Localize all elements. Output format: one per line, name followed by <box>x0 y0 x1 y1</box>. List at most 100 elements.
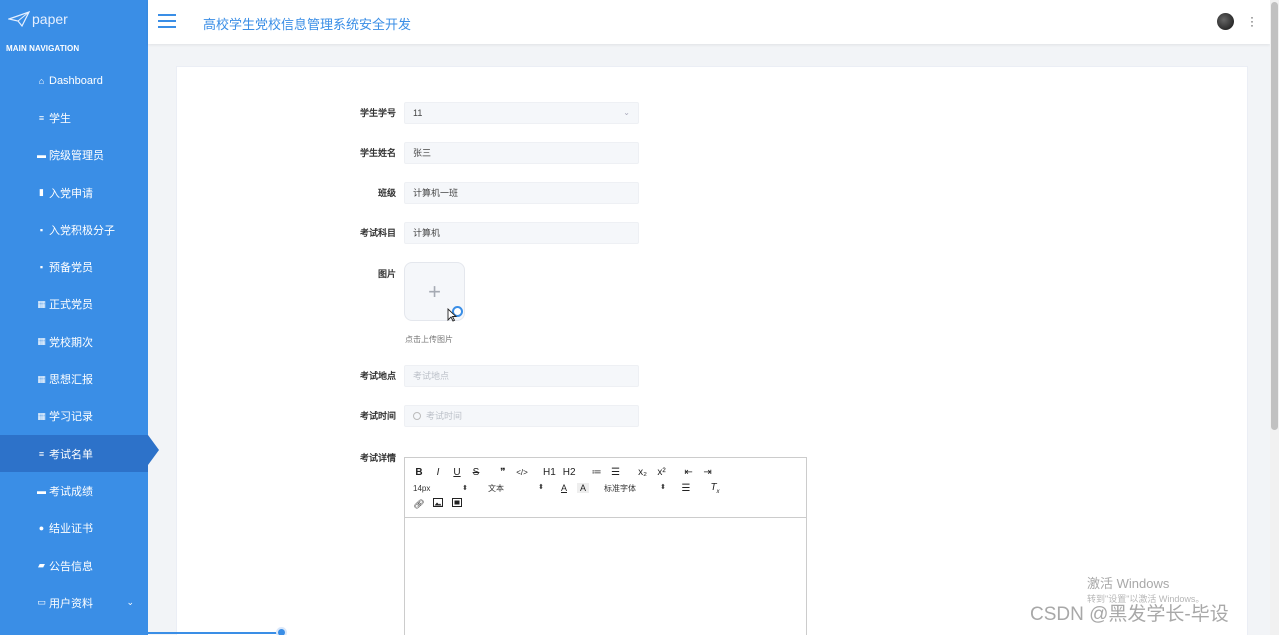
background-color-icon[interactable]: A <box>577 483 589 493</box>
clear-format-icon[interactable]: Tx <box>709 482 721 495</box>
user-icon: ● <box>38 523 45 534</box>
superscript-button[interactable]: x² <box>656 467 668 478</box>
sidebar-item-college-admin[interactable]: ▬ 院级管理员 <box>0 137 148 174</box>
sidebar-item-label: 正式党员 <box>49 299 93 312</box>
sidebar-item-exam-list[interactable]: ≡ 考试名单 <box>0 434 159 473</box>
toolbar-row: 14px ⬍ 文本 ⬍ A A 标准字体 ⬍ ☰ Tx <box>413 480 798 496</box>
progress-line <box>148 632 281 634</box>
header1-button[interactable]: H1 <box>543 467 556 478</box>
outdent-button[interactable]: ⇤ <box>683 467 695 478</box>
csdn-watermark: CSDN @黑发学长-毕设 <box>1030 604 1229 625</box>
sidebar-item-certificate[interactable]: ● 结业证书 <box>0 510 148 547</box>
code-block-button[interactable]: </> <box>516 468 528 477</box>
underline-button[interactable]: U <box>451 467 463 478</box>
sidebar-item-label: 学生 <box>49 112 71 125</box>
indent-button[interactable]: ⇥ <box>702 467 714 478</box>
subject-label: 考试科目 <box>359 228 396 238</box>
chat-icon: ▰ <box>38 560 45 570</box>
blockquote-button[interactable]: ❞ <box>497 467 509 478</box>
header-type-value: 文本 <box>488 483 504 493</box>
sidebar-item-exam-score[interactable]: ▬ 考试成绩 <box>0 472 148 509</box>
sidebar-item-student[interactable]: ≡ 学生 <box>0 99 148 136</box>
sidebar-item-label: 结业证书 <box>49 523 93 536</box>
form-row-class: 班级 计算机一班 <box>177 182 1247 204</box>
details-label: 考试详情 <box>359 453 396 463</box>
editor-content-area[interactable] <box>405 518 806 635</box>
sidebar-item-label: 入党申请 <box>49 187 93 200</box>
chevron-down-icon: ⌄ <box>126 597 134 608</box>
sidebar-item-label: 预备党员 <box>49 262 93 275</box>
time-label: 考试时间 <box>359 411 396 421</box>
menu-toggle-icon[interactable] <box>158 14 176 28</box>
sidebar-item-label: 考试成绩 <box>49 485 93 498</box>
page-scrollbar[interactable] <box>1270 0 1279 635</box>
form-row-time: 考试时间 考试时间 <box>177 405 1247 427</box>
chevron-down-icon: ⌄ <box>623 108 630 117</box>
class-label: 班级 <box>377 188 396 198</box>
list-icon: ≡ <box>38 448 45 459</box>
sidebar-item-activist[interactable]: ▪ 入党积极分子 <box>0 211 148 248</box>
student-id-select[interactable]: 11 ⌄ <box>404 102 639 124</box>
sidebar-item-study-record[interactable]: ▦ 学习记录 <box>0 398 148 435</box>
nav-title: MAIN NAVIGATION <box>6 44 80 53</box>
avatar[interactable] <box>1217 13 1234 30</box>
editor-toolbar: B I U S ❞ </> H1 H2 ≔ ☰ x₂ x² ⇤ ⇥ 14px ⬍… <box>405 458 806 518</box>
link-icon[interactable]: 🔗︎ <box>413 499 425 510</box>
chart-icon: ▮ <box>39 187 44 198</box>
time-picker[interactable]: 考试时间 <box>404 405 639 427</box>
sidebar-item-label: Dashboard <box>49 74 103 87</box>
class-input[interactable]: 计算机一班 <box>404 182 639 204</box>
scrollbar-thumb[interactable] <box>1271 2 1278 430</box>
font-family-select[interactable]: 标准字体 ⬍ <box>604 483 666 494</box>
bold-button[interactable]: B <box>413 467 425 478</box>
video-icon[interactable] <box>451 498 463 510</box>
sidebar-item-dashboard[interactable]: ⌂ Dashboard <box>0 62 148 99</box>
bullet-list-button[interactable]: ☰ <box>610 467 622 478</box>
image-icon[interactable] <box>432 498 444 510</box>
ordered-list-button[interactable]: ≔ <box>591 467 603 478</box>
student-id-label: 学生学号 <box>359 108 396 118</box>
italic-button[interactable]: I <box>432 467 444 478</box>
grid-icon: ▦ <box>37 373 46 384</box>
window-icon: ▭ <box>37 597 46 608</box>
sidebar-item-full-member[interactable]: ▦ 正式党员 <box>0 286 148 323</box>
image-glyph <box>433 498 443 507</box>
sidebar-item-party-application[interactable]: ▮ 入党申请 <box>0 174 148 211</box>
clipboard-icon: ▪ <box>39 224 44 235</box>
font-size-select[interactable]: 14px ⬍ <box>413 484 468 493</box>
sidebar-item-school-session[interactable]: ▦ 党校期次 <box>0 323 148 360</box>
subject-input[interactable]: 计算机 <box>404 222 639 244</box>
font-family-value: 标准字体 <box>604 483 636 493</box>
sidebar-item-thought-report[interactable]: ▦ 思想汇报 <box>0 360 148 397</box>
rich-text-editor: B I U S ❞ </> H1 H2 ≔ ☰ x₂ x² ⇤ ⇥ 14px ⬍… <box>404 457 807 635</box>
student-name-label: 学生姓名 <box>359 148 396 158</box>
align-left-icon[interactable]: ☰ <box>680 483 692 494</box>
updown-icon: ⬍ <box>538 483 544 491</box>
home-icon: ⌂ <box>38 75 45 86</box>
strike-button[interactable]: S <box>470 467 482 478</box>
sidebar-item-label: 院级管理员 <box>49 150 104 163</box>
more-options-icon[interactable]: · · · <box>1250 11 1254 31</box>
sidebar-item-user-profile[interactable]: ▭ 用户资料 ⌄ <box>0 584 148 621</box>
form-row-student-id: 学生学号 11 ⌄ <box>177 102 1247 124</box>
sidebar-item-probationary-member[interactable]: ▪ 预备党员 <box>0 248 148 285</box>
brand-logo[interactable]: paper <box>0 0 148 38</box>
font-color-icon[interactable]: A <box>558 483 570 493</box>
subscript-button[interactable]: x₂ <box>637 467 649 478</box>
toolbar-row: 🔗︎ <box>413 496 798 512</box>
form-row-subject: 考试科目 计算机 <box>177 222 1247 244</box>
form-row-location: 考试地点 考试地点 <box>177 365 1247 387</box>
sidebar-item-label: 党校期次 <box>49 336 93 349</box>
sidebar-item-label: 考试名单 <box>49 448 93 461</box>
card-icon: ▬ <box>37 150 46 161</box>
clipboard-icon: ▪ <box>39 262 44 273</box>
sidebar-item-announcement[interactable]: ▰ 公告信息 <box>0 547 148 584</box>
student-name-input[interactable]: 张三 <box>404 142 639 164</box>
student-id-value: 11 <box>413 108 423 118</box>
location-input[interactable]: 考试地点 <box>404 365 639 387</box>
header-type-select[interactable]: 文本 ⬍ <box>488 483 544 494</box>
header2-button[interactable]: H2 <box>563 467 576 478</box>
top-header: 高校学生党校信息管理系统安全开发 · · · <box>148 0 1270 44</box>
clock-icon <box>413 412 421 420</box>
time-placeholder: 考试时间 <box>426 411 463 421</box>
